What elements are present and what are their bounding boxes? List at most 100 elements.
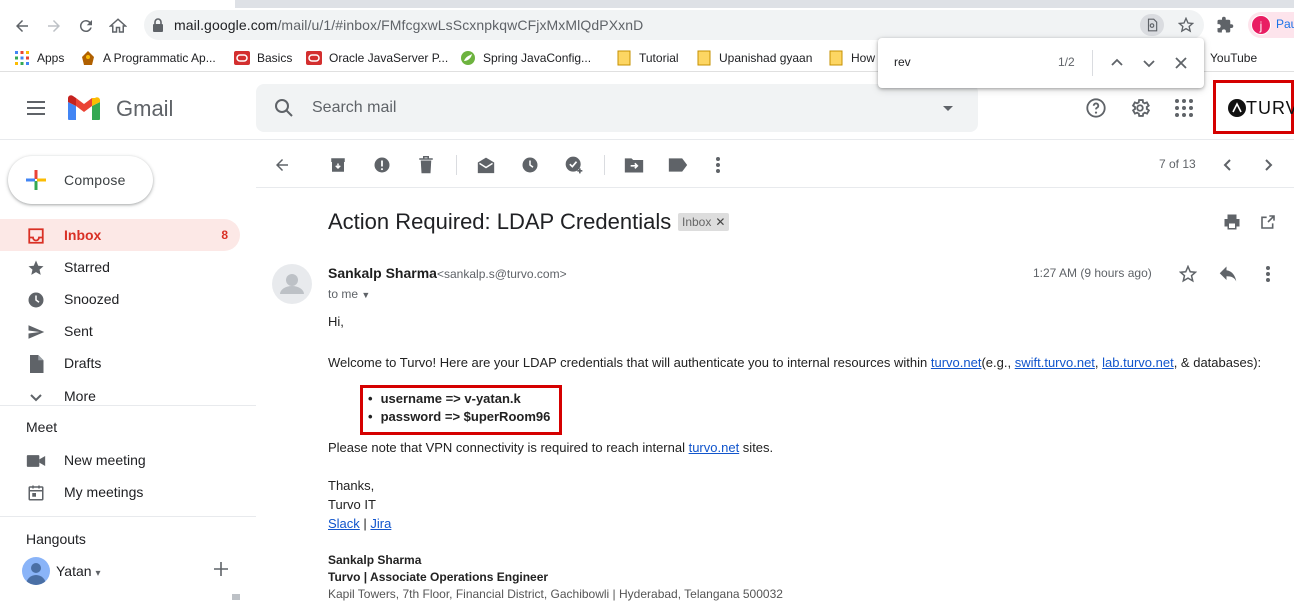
brand-wordmark: TURVO	[1246, 98, 1294, 118]
google-apps-icon[interactable]	[1172, 96, 1196, 120]
meet-new-meeting[interactable]: New meeting	[0, 444, 240, 476]
back-to-inbox-icon[interactable]	[270, 153, 294, 177]
url-text: mail.google.com/mail/u/1/#inbox/FMfcgxwL…	[174, 17, 644, 33]
recipient-details[interactable]: to me ▼	[328, 287, 370, 301]
reload-button[interactable]	[74, 14, 98, 38]
link-turvo-net[interactable]: turvo.net	[931, 355, 982, 370]
account-brand-logo[interactable]: TURVO	[1213, 80, 1294, 134]
sidebar-item-sent[interactable]: Sent	[0, 315, 240, 347]
home-button[interactable]	[106, 14, 130, 38]
lock-icon[interactable]	[152, 18, 164, 37]
back-button[interactable]	[10, 14, 34, 38]
older-chevron-right-icon[interactable]	[1256, 153, 1280, 177]
help-icon[interactable]	[1084, 96, 1108, 120]
remove-label-close-icon[interactable]: ✕	[715, 215, 725, 229]
link-slack[interactable]: Slack	[328, 516, 360, 531]
gmail-wordmark[interactable]: Gmail	[116, 96, 173, 122]
delete-trash-icon[interactable]	[414, 153, 438, 177]
reply-icon[interactable]	[1216, 262, 1240, 286]
settings-gear-icon[interactable]	[1128, 96, 1152, 120]
move-to-icon[interactable]	[622, 153, 646, 177]
search-options-dropdown-icon[interactable]	[938, 98, 958, 123]
link-jira[interactable]: Jira	[370, 516, 391, 531]
chevron-down-icon	[26, 387, 46, 407]
bookmark-spring[interactable]: Spring JavaConfig...	[460, 49, 591, 67]
calendar-icon	[26, 483, 46, 503]
mark-unread-icon[interactable]	[474, 153, 498, 177]
snooze-clock-icon[interactable]	[518, 153, 542, 177]
bookmark-youtube[interactable]: YouTube	[1210, 49, 1257, 67]
sidebar-item-starred[interactable]: Starred	[0, 251, 240, 283]
sidebar-item-drafts[interactable]: Drafts	[0, 347, 240, 379]
more-options-icon[interactable]	[706, 153, 730, 177]
search-icon[interactable]	[272, 96, 296, 125]
oracle-icon	[306, 50, 322, 66]
new-meeting-label: New meeting	[64, 452, 146, 468]
find-bar: rev 1/2	[878, 38, 1204, 88]
newer-chevron-left-icon[interactable]	[1216, 153, 1240, 177]
active-tab[interactable]	[0, 0, 235, 8]
link-turvo-net-vpn[interactable]: turvo.net	[689, 440, 740, 455]
sidebar-item-inbox[interactable]: Inbox 8	[0, 219, 240, 251]
bookmark-how[interactable]: How	[828, 49, 875, 67]
sidebar-item-label: Starred	[64, 259, 110, 275]
compose-button[interactable]: Compose	[8, 156, 153, 204]
find-input[interactable]: rev	[894, 55, 911, 69]
bookmark-upanishad[interactable]: Upanishad gyaan	[696, 49, 812, 67]
signature-address: Kapil Towers, 7th Floor, Financial Distr…	[328, 587, 783, 601]
tab-strip	[0, 0, 1294, 8]
bookmark-star-icon[interactable]	[1174, 14, 1198, 36]
bookmark-oracle-jsp[interactable]: Oracle JavaServer P...	[306, 49, 448, 67]
star-email-icon[interactable]	[1176, 262, 1200, 286]
search-input[interactable]	[312, 96, 912, 120]
sidebar-item-more[interactable]: More	[0, 380, 240, 412]
gmail-logo-icon[interactable]	[66, 94, 102, 127]
sidebar-item-label: Drafts	[64, 355, 102, 371]
bookmark-label: How	[851, 51, 876, 65]
open-new-window-icon[interactable]	[1256, 210, 1280, 234]
sidebar-item-snoozed[interactable]: Snoozed	[0, 283, 240, 315]
forward-button[interactable]	[42, 14, 66, 38]
find-next-button[interactable]	[1137, 51, 1161, 75]
extensions-puzzle-icon[interactable]	[1216, 16, 1234, 39]
oracle-icon	[234, 50, 250, 66]
bookmark-label: Tutorial	[639, 51, 679, 65]
print-icon[interactable]	[1220, 210, 1244, 234]
folder-icon	[828, 50, 844, 66]
signature-name: Sankalp Sharma	[328, 553, 422, 567]
add-to-tasks-icon[interactable]	[562, 153, 586, 177]
bookmark-apps[interactable]: Apps	[14, 49, 64, 67]
omnibox[interactable]: mail.google.com/mail/u/1/#inbox/FMfcgxwL…	[144, 10, 1204, 40]
inbox-label-chip[interactable]: Inbox ✕	[678, 213, 730, 231]
add-contact-plus-icon[interactable]	[214, 562, 228, 581]
archive-icon[interactable]	[326, 153, 350, 177]
bookmark-label: Apps	[37, 51, 65, 65]
report-spam-icon[interactable]	[370, 153, 394, 177]
bookmark-basics[interactable]: Basics	[234, 49, 292, 67]
search-box	[256, 84, 978, 132]
email-thanks: Thanks,	[328, 478, 375, 493]
find-previous-button[interactable]	[1105, 51, 1129, 75]
bookmark-label: YouTube	[1210, 51, 1258, 65]
profile-chip[interactable]: j Pau	[1248, 12, 1294, 38]
message-more-icon[interactable]	[1256, 262, 1280, 286]
bookmark-tutorial[interactable]: Tutorial	[616, 49, 679, 67]
find-in-page-icon[interactable]	[1140, 14, 1164, 36]
find-close-button[interactable]	[1169, 51, 1193, 75]
email-welcome-paragraph: Welcome to Turvo! Here are your LDAP cre…	[328, 355, 1262, 370]
sender-avatar[interactable]	[272, 264, 312, 304]
bookmark-programmatic[interactable]: A Programmatic Ap...	[80, 49, 216, 67]
sidebar-scrollbar[interactable]	[232, 594, 240, 600]
main-menu-icon[interactable]	[24, 96, 48, 125]
sender-name[interactable]: Sankalp Sharma	[328, 265, 437, 281]
compose-label: Compose	[64, 172, 126, 188]
bookmark-label: Oracle JavaServer P...	[329, 51, 449, 65]
inbox-icon	[26, 226, 46, 246]
link-lab-turvo[interactable]: lab.turvo.net	[1102, 355, 1174, 370]
email-links-line: Slack | Jira	[328, 516, 392, 531]
meet-my-meetings[interactable]: My meetings	[0, 476, 240, 508]
link-swift-turvo[interactable]: swift.turvo.net	[1015, 355, 1095, 370]
bookmark-label: A Programmatic Ap...	[103, 51, 216, 65]
star-icon	[26, 258, 46, 278]
label-tag-icon[interactable]	[666, 153, 690, 177]
